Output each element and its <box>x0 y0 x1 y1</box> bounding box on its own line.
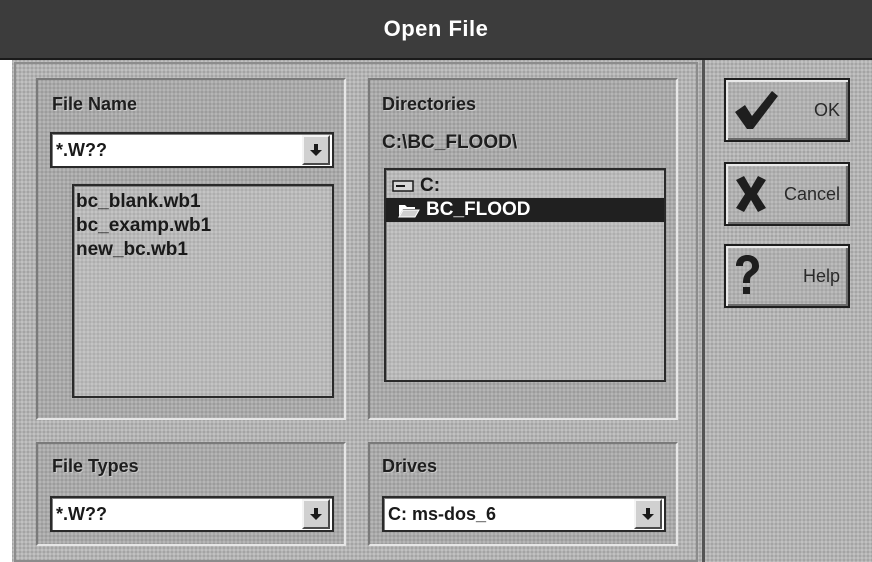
directory-item-label: C: <box>420 175 441 196</box>
checkmark-icon <box>732 88 780 132</box>
down-arrow-icon <box>642 508 654 520</box>
cancel-label: Cancel <box>783 183 840 204</box>
drives-label: Drives <box>382 456 438 476</box>
directory-tree[interactable]: C: BC_FLOOD <box>384 168 666 382</box>
file-types-select[interactable]: *.W?? <box>50 496 334 532</box>
directory-item-label: BC_FLOOD <box>426 199 531 220</box>
ok-button[interactable]: OK <box>724 78 850 142</box>
drives-group: Drives C: ms-dos_6 <box>368 442 678 546</box>
file-types-value: *.W?? <box>56 503 107 524</box>
drive-icon <box>392 180 414 192</box>
directories-group: Directories C:\BC_FLOOD\ C: BC_FLOOD <box>368 78 678 420</box>
file-types-label: File Types <box>52 456 139 476</box>
open-file-dialog: Open File File Name *.W?? bc_blank.wb1 b… <box>0 0 872 562</box>
file-list-item[interactable]: new_bc.wb1 <box>74 238 332 262</box>
ok-label: OK <box>813 99 840 120</box>
help-label: Help <box>802 265 840 286</box>
file-types-group: File Types *.W?? <box>36 442 346 546</box>
down-arrow-icon <box>310 144 322 156</box>
open-folder-icon <box>398 205 420 218</box>
title-bar[interactable]: Open File <box>0 0 872 60</box>
down-arrow-icon <box>310 508 322 520</box>
drives-select[interactable]: C: ms-dos_6 <box>382 496 666 532</box>
file-name-group: File Name *.W?? bc_blank.wb1 bc_examp.wb… <box>36 78 346 420</box>
drives-dropdown-button[interactable] <box>634 499 662 529</box>
current-directory-path: C:\BC_FLOOD\ <box>382 132 518 153</box>
file-name-value: *.W?? <box>56 139 107 160</box>
help-button[interactable]: Help <box>724 244 850 308</box>
cancel-button[interactable]: Cancel <box>724 162 850 226</box>
file-list[interactable]: bc_blank.wb1 bc_examp.wb1 new_bc.wb1 <box>72 184 334 398</box>
directories-label: Directories <box>382 94 477 114</box>
file-name-label: File Name <box>52 94 138 114</box>
x-mark-icon <box>732 174 770 214</box>
left-edge-strip <box>0 60 12 562</box>
file-name-dropdown-button[interactable] <box>302 135 330 165</box>
question-mark-icon <box>732 254 762 298</box>
directory-item-bc-flood[interactable]: BC_FLOOD <box>386 198 664 222</box>
file-list-item[interactable]: bc_blank.wb1 <box>74 190 332 214</box>
file-list-item[interactable]: bc_examp.wb1 <box>74 214 332 238</box>
drives-value: C: ms-dos_6 <box>388 503 497 524</box>
button-column-divider <box>702 60 705 562</box>
directory-item-drive-c[interactable]: C: <box>386 174 664 198</box>
file-name-input[interactable]: *.W?? <box>50 132 334 168</box>
window-title: Open File <box>383 16 489 41</box>
file-types-dropdown-button[interactable] <box>302 499 330 529</box>
